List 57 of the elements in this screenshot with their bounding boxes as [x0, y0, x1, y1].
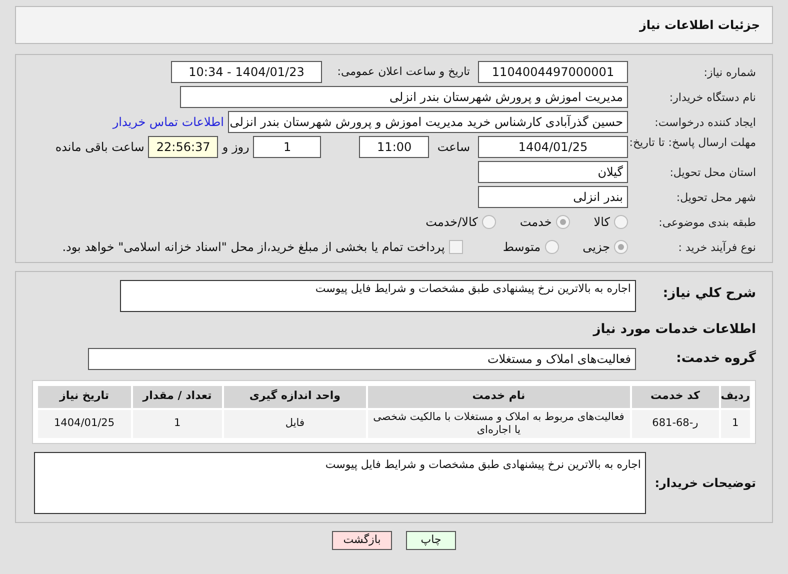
buyer-org-field: مدیریت اموزش و پرورش شهرستان بندر انزلی [180, 86, 628, 108]
field-label: ایجاد کننده درخواست: [654, 116, 756, 128]
field-label: شهر محل تحویل: [675, 190, 756, 204]
remaining-time-field: 22:56:37 [148, 136, 218, 158]
field-label: مهلت ارسال پاسخ: تا تاریخ: [628, 136, 756, 149]
section-title: اطلاعات خدمات مورد نیاز [592, 321, 756, 339]
service-group-field: فعالیت‌های املاک و مستغلات [88, 348, 636, 370]
radio-label: متوسط [502, 239, 541, 256]
back-button[interactable]: بازگشت [332, 530, 392, 550]
radio-label: کالا [594, 214, 610, 231]
buyer-notes-textarea[interactable]: اجاره به بالاترین نرخ پیشنهادی طبق مشخصات و شرایط فایل پیوست [34, 452, 646, 514]
payment-label: پرداخت تمام یا بخشی از مبلغ خرید،از محل "اسناد خزانه اسلامی" خواهد بود. [62, 239, 445, 256]
page-title: جزئیات اطلاعات نیاز [639, 17, 760, 34]
city-field: بندر انزلی [478, 186, 628, 208]
column-header: کد خدمت [632, 386, 719, 408]
radio-label: خدمت [520, 214, 552, 231]
column-header: تعداد / مقدار [132, 386, 222, 408]
field-label: طبقه بندی موضوعی: [658, 216, 756, 228]
field-label: ساعت باقی مانده [55, 139, 144, 156]
deadline-time-field: 11:00 [359, 136, 430, 158]
radio-button[interactable] [614, 215, 628, 229]
column-header: ردیف [720, 386, 750, 408]
field-label: ساعت [437, 139, 470, 156]
description-textarea[interactable]: اجاره به بالاترین نرخ پیشنهادی طبق مشخصات و شرایط فایل پیوست [120, 280, 636, 312]
print-button[interactable]: چاپ [406, 530, 456, 550]
field-label: گروه خدمت: [675, 349, 756, 368]
column-header: واحد اندازه گیری [224, 386, 366, 408]
province-field: گیلان [478, 161, 628, 183]
buyer-contact-link[interactable]: اطلاعات تماس خریدار [112, 113, 224, 131]
field-label: استان محل تحویل: [668, 166, 756, 178]
field-label: نوع فرآیند خرید : [677, 240, 756, 254]
payment-checkbox[interactable] [448, 240, 463, 254]
radio-label: جزیی [582, 239, 610, 256]
field-label: روز و [222, 139, 250, 156]
table-cell: ر-68-681 [632, 410, 719, 438]
table-cell: 1 [132, 410, 222, 438]
field-label: تاریخ و ساعت اعلان عمومی: [336, 64, 470, 80]
need-number-field: 1104004497000001 [478, 61, 628, 83]
days-field: 1 [253, 136, 322, 158]
column-header: تاریخ نیاز [38, 386, 131, 408]
announce-date-field: 1404/01/23 - 10:34 [171, 61, 322, 83]
table-cell: فایل [224, 410, 366, 438]
radio-button[interactable] [544, 240, 559, 254]
creator-field: حسین گذرآبادی کارشناس خرید مدیریت اموزش و پرورش شهرستان بندر انزلی [228, 111, 628, 133]
field-label: توضیحات خریدار: [654, 474, 756, 492]
table-cell: 1404/01/25 [38, 410, 131, 438]
field-label: نام دستگاه خریدار: [668, 90, 756, 104]
table-cell: فعالیت‌های مربوط به املاک و مستغلات با مالکیت شخصی یا اجاره‌ای [368, 410, 630, 438]
deadline-date-field: 1404/01/25 [478, 136, 628, 158]
column-header: نام خدمت [368, 386, 630, 408]
radio-button[interactable] [482, 215, 496, 229]
field-label: شماره نیاز: [702, 66, 756, 78]
field-label: شرح کلي نياز: [662, 285, 756, 303]
radio-button[interactable] [556, 215, 570, 229]
table-cell: 1 [720, 410, 750, 438]
radio-button[interactable] [614, 240, 628, 254]
radio-label: کالا/خدمت [426, 214, 478, 231]
